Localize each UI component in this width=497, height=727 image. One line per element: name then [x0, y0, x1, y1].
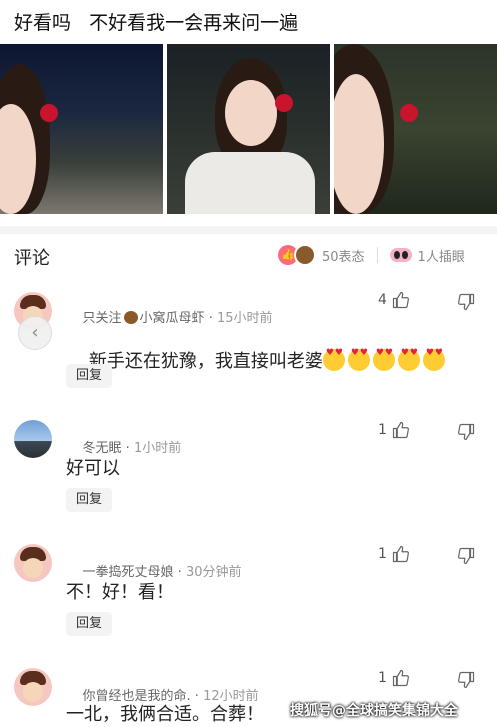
thumb-up-icon[interactable] — [392, 291, 410, 309]
photo-2[interactable] — [167, 44, 330, 214]
thumb-down-icon[interactable] — [457, 293, 475, 311]
thumb-down-icon[interactable] — [457, 423, 475, 441]
username[interactable]: 只关注 — [83, 311, 122, 326]
thumb-down-icon[interactable] — [457, 671, 475, 689]
poop-reaction-icon — [294, 244, 316, 266]
comments-header: 评论 👍 50表态 1人插眼 — [0, 236, 497, 276]
like-count: 1 — [378, 670, 387, 686]
comment-item: 只关注小窝瓜母虾 · 15小时前 新手还在犹豫，我直接叫老婆 回复 4 — [0, 286, 497, 400]
flower-icon — [40, 104, 58, 122]
photo-grid — [0, 44, 497, 214]
username[interactable]: 小窝瓜母虾 — [140, 311, 205, 326]
comment-text: 不！好！看！ — [66, 582, 174, 603]
comments-title: 评论 — [14, 248, 50, 269]
photo-1[interactable] — [0, 44, 163, 214]
divider — [376, 247, 378, 263]
cut-in-count: 1人插眼 — [417, 249, 465, 265]
jacket-shape — [185, 152, 315, 214]
comment-text: 一北，我俩合适。合葬！ — [66, 704, 264, 725]
comment-time: 30分钟前 — [185, 565, 242, 580]
chevron-left-icon[interactable]: ‹ — [18, 316, 52, 350]
heart-eyes-emoji-icon — [322, 348, 345, 371]
flower-icon — [275, 94, 293, 112]
photo-3[interactable] — [334, 44, 497, 214]
thumb-up-icon[interactable] — [392, 669, 410, 687]
heart-eyes-emoji-icon — [397, 348, 420, 371]
comment-text-content: 新手还在犹豫，我直接叫老婆 — [88, 351, 323, 372]
comment-text: 新手还在犹豫，我直接叫老婆 — [66, 326, 448, 394]
avatar[interactable] — [14, 544, 52, 582]
post-text: 好看吗 不好看我一会再来问一遍 — [14, 12, 299, 34]
watermark: 搜狐号@全球搞笑集锦大全 — [290, 703, 458, 719]
reply-button[interactable]: 回复 — [66, 488, 112, 512]
reaction-summary[interactable]: 👍 50表态 1人插眼 — [278, 244, 465, 266]
heart-eyes-emoji-icon — [422, 348, 445, 371]
comment-time: 15小时前 — [216, 311, 273, 326]
reply-button[interactable]: 回复 — [66, 612, 112, 636]
like-count: 1 — [378, 422, 387, 438]
comment-item: 冬无眠 · 1小时前 好可以 回复 1 — [0, 416, 497, 526]
heart-eyes-emoji-icon — [372, 348, 395, 371]
section-divider — [0, 226, 497, 234]
avatar[interactable] — [14, 420, 52, 458]
comment-item: 一拳捣死丈母娘 · 30分钟前 不！好！看！ 回复 1 — [0, 540, 497, 650]
eyes-icon — [389, 248, 412, 262]
comment-text: 好可以 — [66, 458, 120, 479]
bear-icon — [123, 311, 138, 324]
flower-icon — [400, 104, 418, 122]
thumb-up-icon[interactable] — [392, 545, 410, 563]
thumb-up-icon[interactable] — [392, 421, 410, 439]
reaction-count: 50表态 — [322, 249, 365, 265]
thumb-down-icon[interactable] — [457, 547, 475, 565]
avatar[interactable] — [14, 668, 52, 706]
heart-eyes-emoji-icon — [347, 348, 370, 371]
like-count: 1 — [378, 546, 387, 562]
face-shape — [225, 80, 277, 146]
like-count: 4 — [378, 292, 387, 308]
comment-time: 1小时前 — [133, 441, 182, 456]
reply-button[interactable]: 回复 — [66, 364, 112, 388]
